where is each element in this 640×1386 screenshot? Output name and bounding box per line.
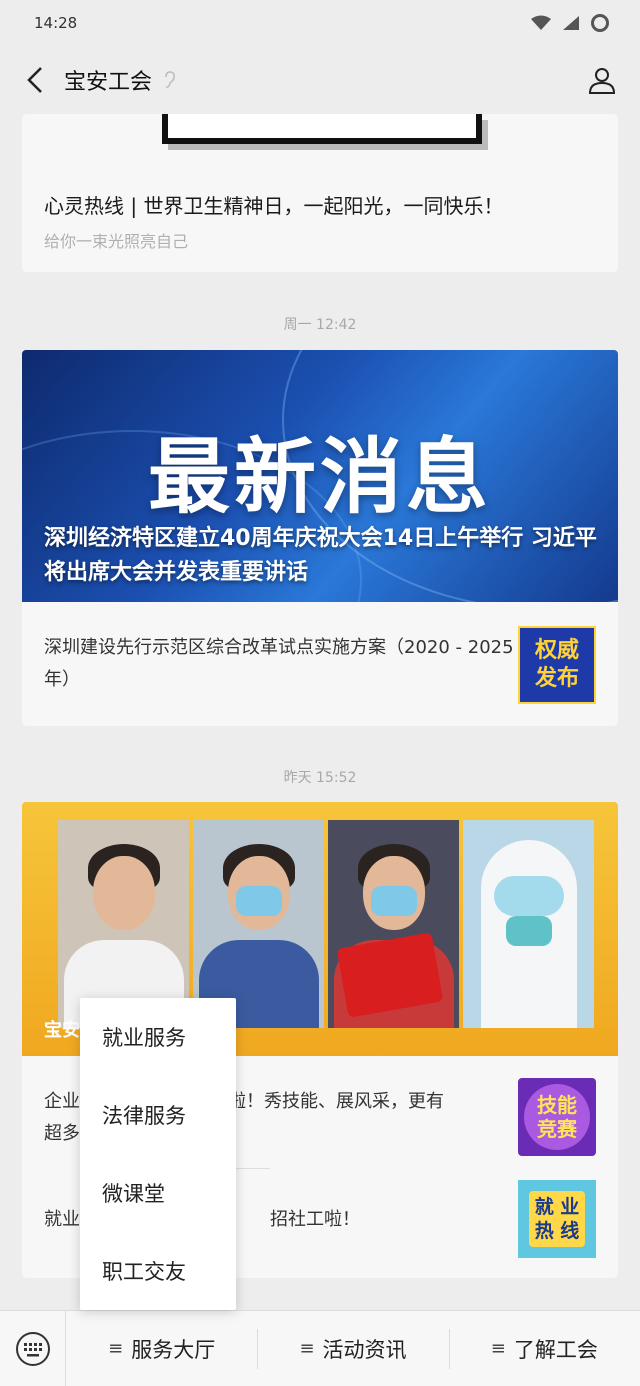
- bottom-menu-about-union[interactable]: ≡ 了解工会: [448, 1311, 640, 1386]
- banner-frame: [162, 114, 482, 144]
- photo-mask: [235, 886, 282, 916]
- thumb-text: 权威: [534, 638, 579, 663]
- battery-icon: [591, 14, 609, 32]
- status-time: 14:28: [34, 14, 78, 32]
- row-text: 来啦！秀技能、展风采，更有: [210, 1091, 444, 1112]
- back-arrow-icon[interactable]: [18, 65, 52, 95]
- page-title: 宝安工会: [64, 70, 153, 95]
- bottom-menu-label: 了解工会: [513, 1337, 598, 1362]
- hero-caption: 宝安: [44, 1020, 80, 1041]
- article-card-mental-health[interactable]: 心灵热线 | 世界卫生精神日，一起阳光，一同快乐！ 给你一束光照亮自己: [22, 114, 618, 272]
- thumb-badge: 技能 竞赛: [524, 1084, 590, 1150]
- photo-visor: [493, 876, 564, 916]
- photo-worker-1: [58, 820, 189, 1028]
- message-timestamp: 昨天 15:52: [283, 770, 357, 786]
- thumb-text: 热 线: [534, 1220, 580, 1242]
- thumb-text: 发布: [534, 666, 579, 691]
- row-text: 企业: [44, 1091, 80, 1112]
- photo-mask: [505, 916, 552, 946]
- hamburger-icon: ≡: [108, 1338, 124, 1359]
- hamburger-icon: ≡: [490, 1338, 506, 1359]
- article-thumbnail-skill[interactable]: 技能 竞赛: [518, 1078, 596, 1156]
- photo-police: [193, 820, 324, 1028]
- thumb-badge: 就 业 热 线: [528, 1191, 586, 1247]
- status-bar: 14:28: [0, 0, 640, 46]
- row-text: 就业: [44, 1209, 80, 1230]
- keyboard-icon: [15, 1331, 50, 1366]
- wifi-icon: [531, 15, 551, 30]
- article-subtitle: 给你一束光照亮自己: [44, 232, 189, 251]
- menu-item-legal[interactable]: 法律服务: [80, 1076, 236, 1154]
- article-title: 心灵热线 | 世界卫生精神日，一起阳光，一同快乐！: [44, 194, 504, 218]
- ear-icon: [165, 71, 175, 88]
- message-timestamp: 周一 12:42: [283, 317, 357, 333]
- menu-item-social[interactable]: 职工交友: [80, 1232, 236, 1310]
- thumb-text: 就 业: [534, 1196, 580, 1218]
- signal-icon: [563, 16, 579, 30]
- thumb-text: 竞赛: [537, 1117, 577, 1141]
- hamburger-icon: ≡: [299, 1338, 315, 1359]
- bottom-menu-bar: ≡ 服务大厅 ≡ 活动资讯 ≡ 了解工会: [0, 1310, 640, 1386]
- status-icons: [530, 13, 610, 33]
- row-text: 招社工啦！: [270, 1209, 360, 1230]
- article-thumbnail-authority[interactable]: 权威 发布: [518, 626, 596, 704]
- keyboard-toggle[interactable]: [0, 1310, 66, 1386]
- photo-medical: [463, 820, 594, 1028]
- nav-bar: 宝安工会: [0, 46, 640, 114]
- article-row-text[interactable]: 深圳建设先行示范区综合改革试点实施方案（2020 - 2025年）: [44, 632, 514, 696]
- row-text: 超多: [44, 1123, 80, 1144]
- article-card-news[interactable]: 最新消息 深圳经济特区建立40周年庆祝大会14日上午举行 习近平将出席大会并发表…: [22, 350, 618, 726]
- user-profile-icon[interactable]: [588, 66, 616, 94]
- bottom-menu-label: 服务大厅: [131, 1337, 216, 1362]
- thumb-text: 技能: [537, 1093, 577, 1117]
- service-popup-menu: 就业服务 法律服务 微课堂 职工交友: [80, 998, 236, 1310]
- menu-item-microclass[interactable]: 微课堂: [80, 1154, 236, 1232]
- photo-volunteer: [328, 820, 459, 1028]
- menu-item-employment[interactable]: 就业服务: [80, 998, 236, 1076]
- bottom-menu-label: 活动资讯: [322, 1337, 407, 1362]
- hero-headline: 深圳经济特区建立40周年庆祝大会14日上午举行 习近平将出席大会并发表重要讲话: [44, 526, 597, 585]
- bottom-menu-activities[interactable]: ≡ 活动资讯: [257, 1311, 448, 1386]
- hero-big-text: 最新消息: [147, 430, 492, 525]
- article-thumbnail-job[interactable]: 就 业 热 线: [518, 1180, 596, 1258]
- hero-image[interactable]: 最新消息 深圳经济特区建立40周年庆祝大会14日上午举行 习近平将出席大会并发表…: [22, 350, 618, 602]
- photo-mask: [370, 886, 417, 916]
- photo-face: [92, 856, 155, 930]
- photo-strip: [58, 820, 594, 1028]
- bottom-menu-service-hall[interactable]: ≡ 服务大厅: [66, 1311, 257, 1386]
